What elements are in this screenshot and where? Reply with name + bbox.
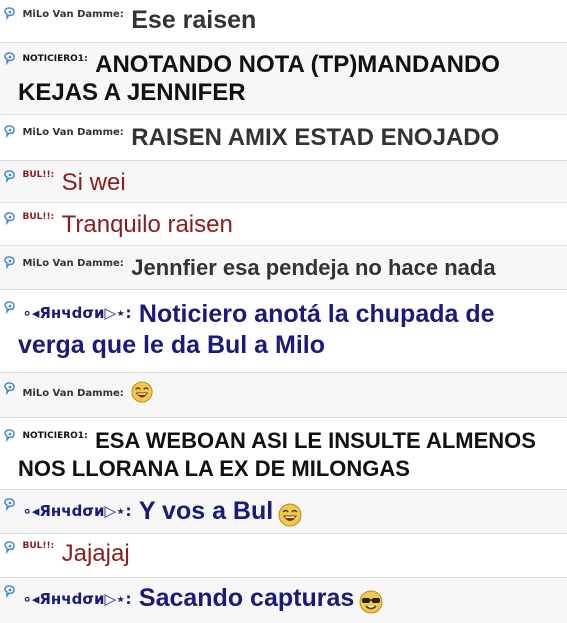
message-text: Y vos a Bul: [138, 497, 274, 525]
chat-message: ∘◂Янчdσи▷⋆: Sacando capturas: [0, 578, 567, 623]
chat-message: MiLo Van Damme: Jennfier esa pendeja no …: [0, 246, 567, 290]
message-username[interactable]: ∘◂Янчdσи▷⋆:: [22, 502, 131, 520]
laughing-face-emoji: [131, 381, 153, 403]
message-username[interactable]: NOTICIERO1:: [22, 431, 87, 441]
chat-bubble-icon: [4, 585, 16, 599]
laughing-face-emoji: [278, 503, 302, 527]
message-text: ANOTANDO NOTA (TP)MANDANDO: [95, 51, 500, 78]
chat-bubble-icon: [4, 7, 16, 21]
message-username[interactable]: MiLo Van Damme:: [22, 9, 123, 20]
chat-message: MiLo Van Damme: Ese raisen: [0, 0, 567, 43]
chat-bubble-icon: [4, 170, 16, 184]
chat-message: MiLo Van Damme:: [0, 373, 567, 418]
message-text: Noticiero anotá la chupada de: [138, 300, 495, 328]
message-username[interactable]: ∘◂Янчdσи▷⋆:: [22, 590, 131, 608]
chat-message: ∘◂Янчdσи▷⋆: Y vos a Bul: [0, 490, 567, 534]
message-text: Tranquilo raisen: [61, 211, 233, 238]
message-text-continuation: KEJAS A JENNIFER: [18, 79, 246, 106]
chat-bubble-icon: [4, 429, 16, 443]
message-username[interactable]: BUL!!:: [22, 170, 54, 180]
chat-message: MiLo Van Damme: RAISEN AMIX ESTAD ENOJAD…: [0, 115, 567, 161]
message-text: Sacando capturas: [138, 584, 355, 612]
chat-bubble-icon: [4, 541, 16, 555]
chat-message: BUL!!: Si wei: [0, 161, 567, 203]
chat-bubble-icon: [4, 52, 16, 66]
chat-bubble-icon: [4, 256, 16, 270]
message-username[interactable]: MiLo Van Damme:: [22, 127, 123, 138]
chat-bubble-icon: [4, 382, 16, 396]
message-username[interactable]: MiLo Van Damme:: [22, 258, 123, 269]
cool-sunglasses-emoji: [359, 590, 383, 614]
message-username[interactable]: NOTICIERO1:: [22, 54, 87, 64]
chat-bubble-icon: [4, 498, 16, 512]
chat-message: NOTICIERO1: ESA WEBOAN ASI LE INSULTE AL…: [0, 418, 567, 490]
message-text: Jennfier esa pendeja no hace nada: [131, 255, 496, 280]
chat-message: ∘◂Янчdσи▷⋆: Noticiero anotá la chupada d…: [0, 290, 567, 373]
chat-message: NOTICIERO1: ANOTANDO NOTA (TP)MANDANDO K…: [0, 43, 567, 115]
message-text: RAISEN AMIX ESTAD ENOJADO: [131, 124, 500, 151]
message-username[interactable]: ∘◂Янчdσи▷⋆:: [22, 304, 131, 322]
message-username[interactable]: BUL!!:: [22, 541, 54, 551]
message-username[interactable]: MiLo Van Damme:: [22, 388, 123, 399]
chat-message: BUL!!: Tranquilo raisen: [0, 203, 567, 246]
chat-bubble-icon: [4, 301, 16, 315]
chat-bubble-icon: [4, 212, 16, 226]
message-text: Ese raisen: [131, 6, 257, 34]
chat-bubble-icon: [4, 125, 16, 139]
chat-message: BUL!!: Jajajaj: [0, 534, 567, 578]
message-text-continuation: verga que le da Bul a Milo: [18, 331, 326, 359]
message-username[interactable]: BUL!!:: [22, 212, 54, 222]
chat-log: MiLo Van Damme: Ese raisen NOTICIERO1: A…: [0, 0, 567, 623]
message-text: ESA WEBOAN ASI LE INSULTE ALMENOS: [95, 428, 536, 453]
message-text: Si wei: [61, 169, 126, 196]
message-text-continuation: NOS LLORANA LA EX DE MILONGAS: [18, 456, 410, 481]
message-text: Jajajaj: [61, 540, 130, 567]
